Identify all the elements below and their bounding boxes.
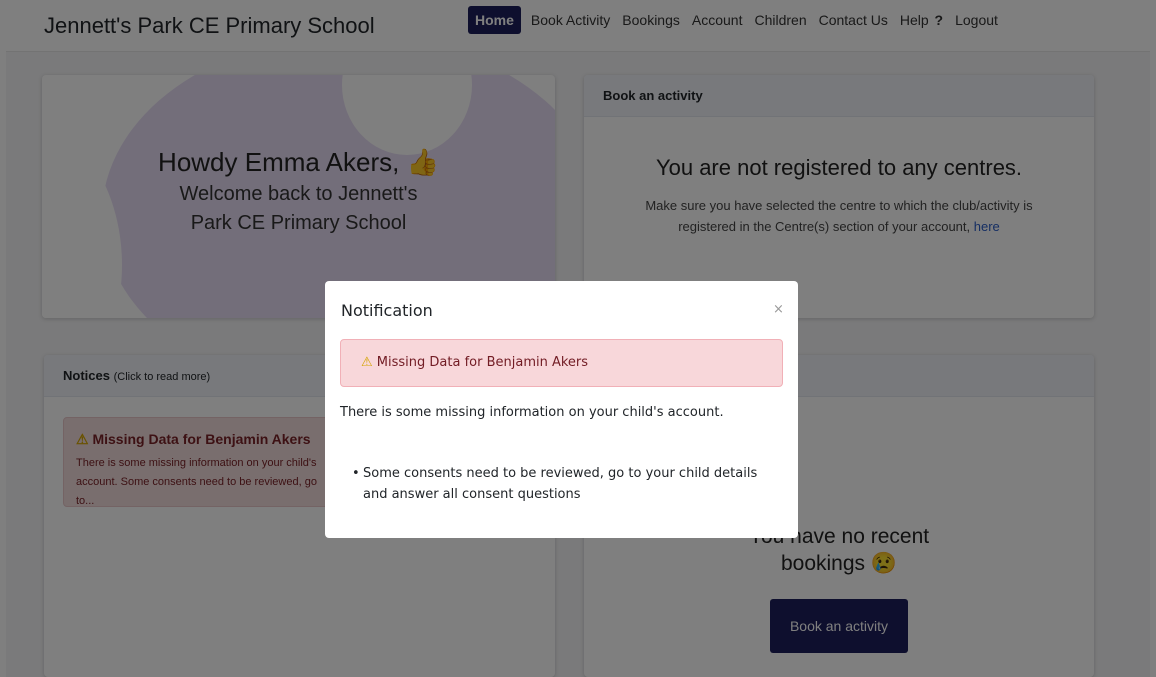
modal-title: Notification (341, 301, 433, 320)
bullet-icon: • (352, 466, 360, 481)
modal-list-text: Some consents need to be reviewed, go to… (363, 466, 758, 502)
close-icon[interactable]: × (773, 302, 784, 317)
modal-alert: ⚠ Missing Data for Benjamin Akers (340, 339, 783, 387)
notification-modal: Notification × ⚠ Missing Data for Benjam… (325, 281, 798, 538)
warning-icon: ⚠ (361, 355, 373, 370)
modal-message: There is some missing information on you… (340, 405, 724, 420)
modal-alert-text: Missing Data for Benjamin Akers (376, 355, 589, 370)
modal-list-item: • Some consents need to be reviewed, go t… (352, 463, 763, 505)
